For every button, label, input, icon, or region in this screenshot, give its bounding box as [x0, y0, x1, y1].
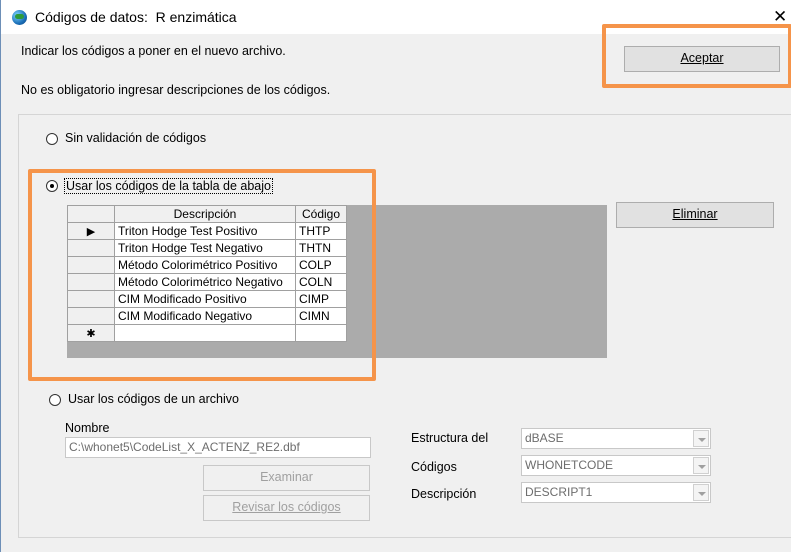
structure-value: dBASE [525, 431, 564, 445]
use-file-label[interactable]: Usar los códigos de un archivo [68, 392, 239, 406]
structure-select[interactable]: dBASE [521, 428, 711, 449]
chevron-down-icon[interactable] [693, 430, 709, 447]
description-value: DESCRIPT1 [525, 485, 593, 499]
codes-select[interactable]: WHONETCODE [521, 455, 711, 476]
table-highlight-box [28, 169, 376, 381]
structure-label: Estructura del [411, 431, 489, 445]
delete-button[interactable]: Eliminar [616, 202, 774, 228]
globe-icon [12, 10, 27, 25]
review-codes-label: Revisar los códigos [232, 500, 341, 514]
dialog-window: Códigos de datos: R enzimática ✕ Indicar… [0, 0, 791, 552]
optional-note: No es obligatorio ingresar descripciones… [21, 83, 331, 97]
window-title: Códigos de datos: R enzimática [35, 9, 237, 25]
description-select[interactable]: DESCRIPT1 [521, 482, 711, 503]
no-validation-radio[interactable] [46, 133, 58, 145]
no-validation-label[interactable]: Sin validación de códigos [65, 131, 206, 145]
description-label: Descripción [411, 487, 477, 501]
delete-button-label: Eliminar [672, 207, 718, 221]
instruction-text: Indicar los códigos a poner en el nuevo … [21, 44, 286, 58]
file-name-field[interactable]: C:\whonet5\CodeList_X_ACTENZ_RE2.dbf [65, 437, 371, 458]
chevron-down-icon[interactable] [693, 457, 709, 474]
use-file-radio[interactable] [49, 394, 61, 406]
name-label: Nombre [65, 421, 110, 435]
codes-value: WHONETCODE [525, 458, 613, 472]
review-codes-button[interactable]: Revisar los códigos [203, 495, 370, 521]
codes-label: Códigos [411, 460, 457, 474]
accept-highlight-box [602, 24, 791, 88]
chevron-down-icon[interactable] [693, 484, 709, 501]
browse-button[interactable]: Examinar [203, 465, 370, 491]
